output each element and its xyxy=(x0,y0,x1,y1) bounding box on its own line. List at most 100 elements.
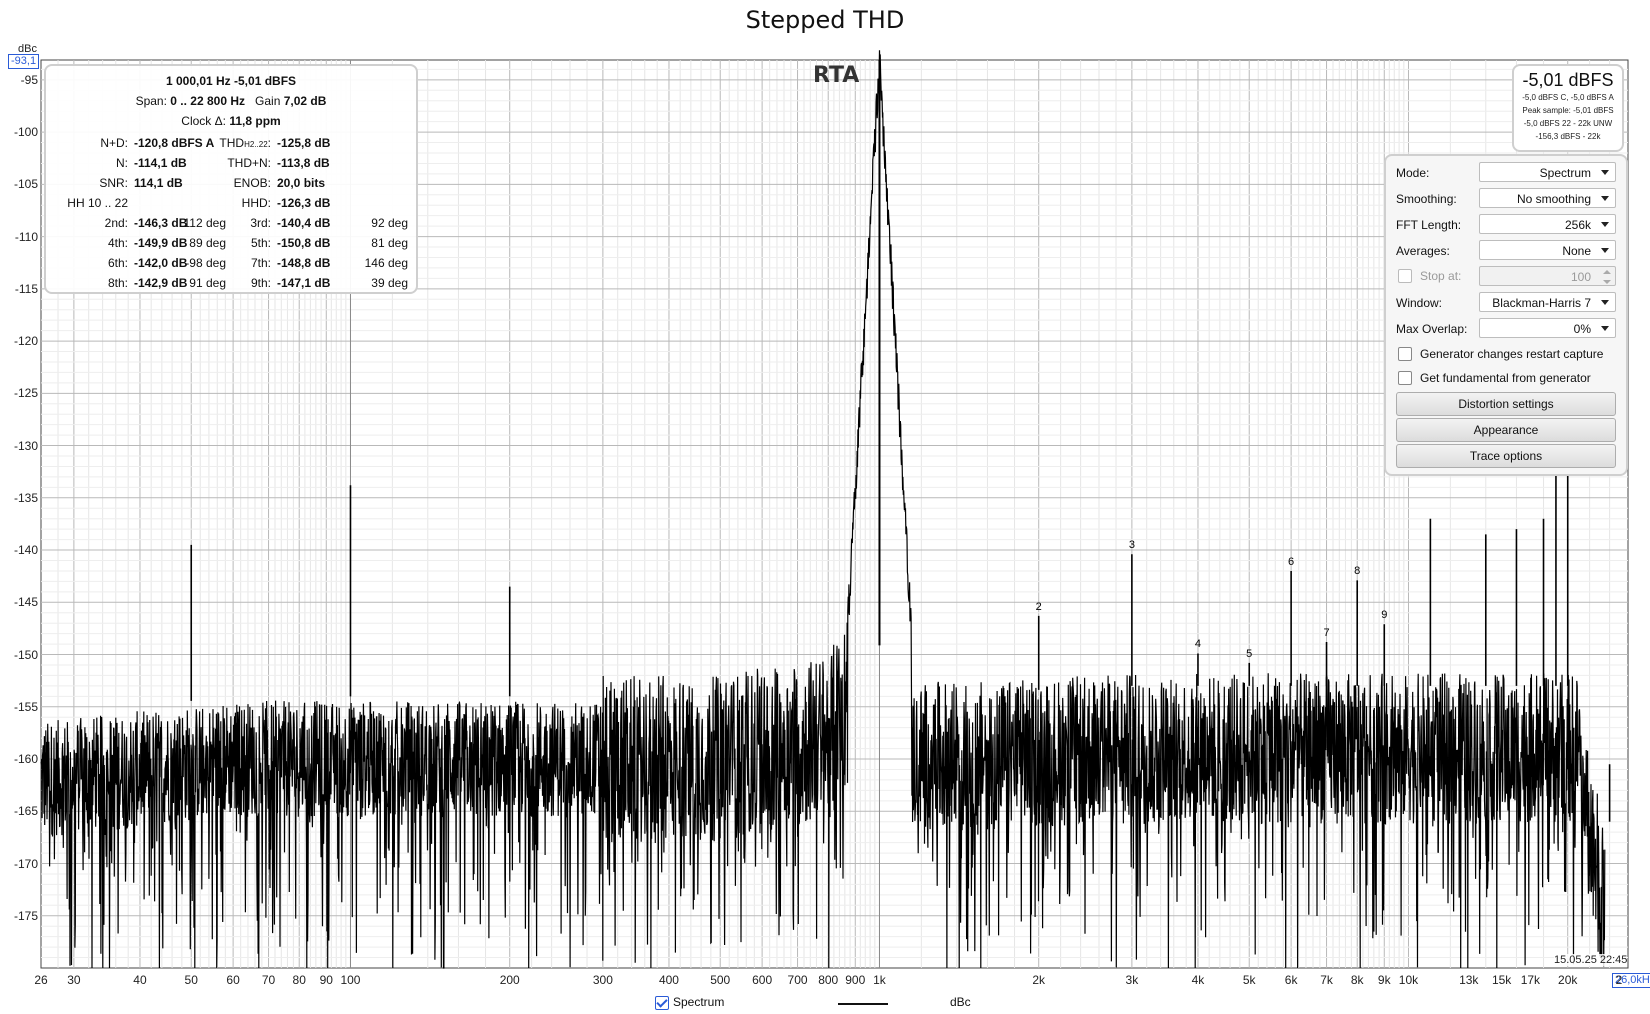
stop-at-label: Stop at: xyxy=(1420,269,1462,283)
harmonic-level: -140,4 dB xyxy=(277,216,331,230)
gen-restart-checkbox[interactable] xyxy=(1398,347,1412,361)
max-overlap-value: 0% xyxy=(1573,322,1591,336)
level-line: -5,0 dBFS 22 - 22k UNW xyxy=(1523,119,1613,128)
x-tick-label: 2 xyxy=(1615,973,1623,987)
stat-value: 20,0 bits xyxy=(277,176,326,190)
averages-dropdown[interactable]: None xyxy=(1479,240,1616,260)
x-tick-label: 60 xyxy=(226,973,240,987)
level-meter[interactable]: -5,01 dBFS -5,0 dBFS C, -5,0 dBFS A Peak… xyxy=(1512,64,1624,152)
stat-value: -126,3 dB xyxy=(277,196,331,210)
x-tick-label: 10k xyxy=(1398,973,1419,987)
fundamental-readout: 1 000,01 Hz -5,01 dBFS xyxy=(165,74,297,88)
x-tick-label: 17k xyxy=(1520,973,1541,987)
harmonic-phase: 81 deg xyxy=(371,236,408,250)
x-tick-label: 700 xyxy=(787,973,808,987)
harmonic-label: 3rd: xyxy=(250,216,271,230)
harmonic-level: -147,1 dB xyxy=(277,276,331,290)
appearance-button[interactable]: Appearance xyxy=(1396,418,1616,442)
level-line: -5,0 dBFS C, -5,0 dBFS A xyxy=(1522,93,1614,102)
legend-unit: dBc xyxy=(950,995,971,1009)
rta-control-panel: Mode: Spectrum Smoothing: No smoothing F… xyxy=(1384,154,1628,476)
stat-label: THD+N: xyxy=(227,156,271,170)
stat-label: HH 10 .. 22 xyxy=(67,196,128,210)
harmonic-label: 2nd: xyxy=(104,216,128,230)
legend-series-name: Spectrum xyxy=(673,995,725,1009)
harmonic-phase: 89 deg xyxy=(189,236,226,250)
level-main: -5,01 dBFS xyxy=(1522,70,1614,90)
stat-label-colon: : xyxy=(267,136,271,150)
y-tick-label: -170 xyxy=(13,856,38,871)
rta-label: RTA xyxy=(813,63,860,88)
stat-label: N: xyxy=(116,156,128,170)
x-tick-label: 8k xyxy=(1350,973,1364,987)
window-row: Window: Blackman-Harris 7 xyxy=(1396,292,1616,314)
x-tick-label: 1k xyxy=(873,973,886,987)
y-tick-label: -120 xyxy=(13,334,38,349)
mode-dropdown[interactable]: Spectrum xyxy=(1479,162,1616,182)
trace-options-button[interactable]: Trace options xyxy=(1396,444,1616,468)
harmonic-phase: 92 deg xyxy=(371,216,408,230)
stat-label: N+D: xyxy=(100,136,128,150)
stat-value: -113,8 dB xyxy=(277,156,330,170)
harmonic-label: 4th: xyxy=(107,236,128,250)
gen-restart-row: Generator changes restart capture xyxy=(1396,344,1616,366)
y-tick-label: -165 xyxy=(13,804,38,819)
window-label: Window: xyxy=(1396,296,1443,310)
harmonic-label: 5th: xyxy=(250,236,271,250)
harmonic-phase: 146 deg xyxy=(364,256,408,270)
y-cursor-readout[interactable]: -93,1 xyxy=(8,54,40,69)
spinner-icon[interactable] xyxy=(1602,269,1612,285)
get-fundamental-checkbox[interactable] xyxy=(1398,371,1412,385)
harmonic-marker-label: 7 xyxy=(1323,626,1330,639)
clock-value: 11,8 ppm xyxy=(229,114,281,128)
harmonic-phase: 39 deg xyxy=(371,276,408,290)
distortion-stats-panel[interactable]: 1 000,01 Hz -5,01 dBFS Span: 0 .. 22 800… xyxy=(44,64,418,294)
x-tick-label: 90 xyxy=(319,973,333,987)
stat-label: SNR: xyxy=(99,176,128,190)
harmonic-phase: -98 deg xyxy=(185,256,226,270)
chevron-down-icon xyxy=(1601,326,1609,331)
stat-label: ENOB: xyxy=(233,176,271,190)
y-tick-label: -155 xyxy=(13,699,38,714)
harmonic-level: -146,3 dB xyxy=(134,216,188,230)
harmonic-marker-label: 2 xyxy=(1035,600,1042,613)
window-dropdown[interactable]: Blackman-Harris 7 xyxy=(1479,292,1616,312)
y-tick-label: -135 xyxy=(13,490,38,505)
span-label: Span: xyxy=(135,94,167,108)
overlap-row: Max Overlap: 0% xyxy=(1396,318,1616,340)
stat-label-main: THD xyxy=(219,136,245,150)
x-tick-label: 70 xyxy=(261,973,276,987)
smoothing-label: Smoothing: xyxy=(1396,192,1457,206)
max-overlap-dropdown[interactable]: 0% xyxy=(1479,318,1616,338)
harmonic-marker-label: 4 xyxy=(1194,638,1202,651)
gen-restart-label: Generator changes restart capture xyxy=(1420,347,1604,361)
x-tick-label: 200 xyxy=(499,973,520,987)
chevron-down-icon xyxy=(1601,170,1609,175)
fft-length-dropdown[interactable]: 256k xyxy=(1479,214,1616,234)
smoothing-dropdown[interactable]: No smoothing xyxy=(1479,188,1616,208)
clock-label: Clock Δ: xyxy=(181,114,226,128)
x-tick-label: 5k xyxy=(1242,973,1256,987)
y-tick-label: -160 xyxy=(13,752,38,767)
chevron-down-icon xyxy=(1601,222,1609,227)
distortion-settings-button[interactable]: Distortion settings xyxy=(1396,392,1616,416)
averages-label: Averages: xyxy=(1396,244,1450,258)
spectrum-legend-checkbox[interactable] xyxy=(655,996,669,1010)
y-tick-label: -150 xyxy=(13,647,38,662)
level-line: -156,3 dBFS - 22k xyxy=(1535,132,1601,141)
x-tick-label: 3k xyxy=(1125,973,1139,987)
x-tick-label: 40 xyxy=(133,973,147,987)
smoothing-row: Smoothing: No smoothing xyxy=(1396,188,1616,210)
fft-row: FFT Length: 256k xyxy=(1396,214,1616,236)
legend-line-swatch xyxy=(838,1003,888,1005)
harmonic-marker-label: 5 xyxy=(1246,647,1253,660)
stop-at-checkbox[interactable] xyxy=(1398,269,1412,283)
harmonic-phase: 91 deg xyxy=(189,276,226,290)
x-tick-label: 6k xyxy=(1284,973,1298,987)
stop-at-input[interactable]: 100 xyxy=(1479,266,1616,286)
harmonic-level: -142,0 dB xyxy=(134,256,188,270)
x-tick-label: 20k xyxy=(1558,973,1578,987)
averages-value: None xyxy=(1562,244,1591,258)
stat-value: 114,1 dB xyxy=(134,176,183,190)
x-tick-label: 900 xyxy=(845,973,866,987)
